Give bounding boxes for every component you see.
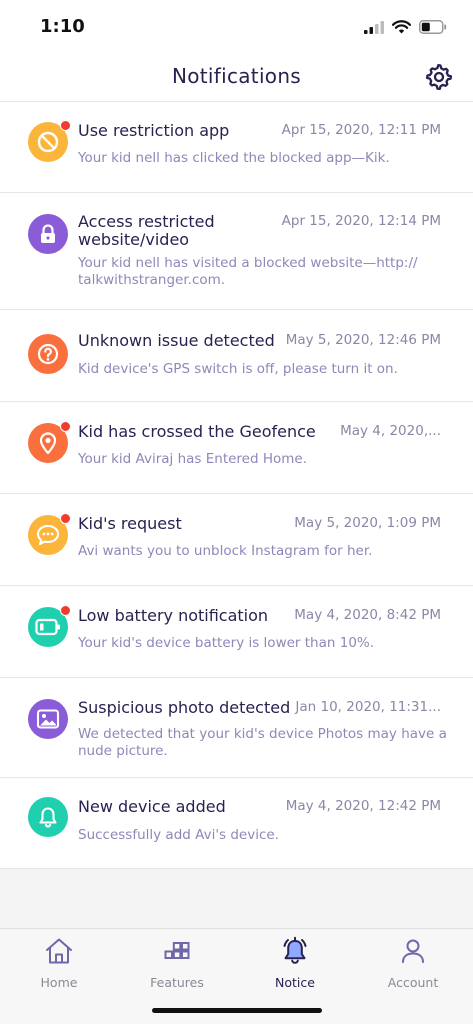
notification-description: Avi wants you to unblock Instagram for h… [78, 543, 373, 559]
notification-title: New device added [78, 797, 226, 816]
gear-icon [425, 64, 453, 91]
tab-account[interactable]: Account [363, 935, 463, 990]
unread-dot [60, 421, 71, 432]
notification-item[interactable]: Unknown issue detected May 5, 2020, 12:4… [0, 310, 473, 402]
battery-icon [35, 618, 60, 636]
notification-item[interactable]: Kid's request May 5, 2020, 1:09 PM Avi w… [0, 494, 473, 586]
question-icon [37, 343, 59, 365]
unread-dot [60, 120, 71, 131]
notification-item[interactable]: Use restriction app Apr 15, 2020, 12:11 … [0, 102, 473, 193]
location-pin-icon [39, 432, 57, 455]
notification-item[interactable]: New device added May 4, 2020, 12:42 PM S… [0, 778, 473, 869]
notification-description: Successfully add Avi's device. [78, 827, 279, 843]
notification-description: Your kid's device battery is lower than … [78, 635, 375, 651]
notification-title: Kid has crossed the Geofence [78, 422, 316, 441]
notification-avatar [28, 699, 68, 739]
notification-item[interactable]: Suspicious photo detected Jan 10, 2020, … [0, 678, 473, 778]
notification-time: May 5, 2020, 1:09 PM [294, 515, 441, 531]
notification-time: May 5, 2020, 12:46 PM [285, 332, 441, 348]
tab-label: Notice [275, 975, 315, 990]
signal-icon [364, 20, 384, 34]
notification-avatar [28, 797, 68, 837]
chat-bubble-icon [36, 524, 60, 546]
notification-description: Your kid nell has visited a blocked webs… [78, 255, 418, 288]
battery-status-icon [419, 20, 447, 34]
notification-title: Use restriction app [78, 121, 230, 140]
notification-time: Apr 15, 2020, 12:14 PM [281, 213, 441, 229]
notification-description: Your kid Aviraj has Entered Home. [78, 451, 308, 467]
tab-label: Home [40, 975, 78, 990]
tab-home[interactable]: Home [9, 935, 109, 990]
notification-time: May 4, 2020,... [340, 423, 441, 439]
unread-dot [60, 513, 71, 524]
features-icon [164, 942, 190, 959]
notification-list: Use restriction app Apr 15, 2020, 12:11 … [0, 102, 473, 869]
notification-description: Your kid nell has clicked the blocked ap… [78, 150, 390, 166]
photo-icon [36, 709, 60, 729]
notification-title: Suspicious photo detected [78, 698, 291, 717]
notification-title-line-2: website/video [78, 230, 190, 249]
unread-dot [60, 605, 71, 616]
bell-icon [39, 807, 57, 828]
notification-title: Low battery notification [78, 606, 269, 625]
notification-time: May 4, 2020, 12:42 PM [285, 798, 441, 814]
nav-bar: Notifications [0, 52, 473, 102]
wifi-icon [392, 20, 411, 34]
home-icon [46, 938, 72, 964]
notification-title: Unknown issue detected [78, 331, 275, 350]
notification-time: May 4, 2020, 8:42 PM [294, 607, 441, 623]
notification-time: Apr 15, 2020, 12:11 PM [281, 122, 441, 138]
notification-avatar [28, 605, 71, 647]
notification-item[interactable]: Low battery notification May 4, 2020, 8:… [0, 586, 473, 678]
notification-description: We detected that your kid's device Photo… [78, 726, 447, 759]
tab-notice[interactable]: Notice [245, 935, 345, 990]
page-title: Notifications [171, 64, 302, 88]
account-icon [402, 939, 424, 963]
notification-avatar [28, 334, 68, 374]
tab-label: Account [387, 975, 439, 990]
notification-time: Jan 10, 2020, 11:31... [295, 699, 441, 715]
status-time: 1:10 [40, 16, 85, 37]
notification-title-line-1: Access restricted [78, 212, 215, 231]
notification-avatar [28, 421, 71, 463]
notification-avatar [28, 120, 71, 162]
home-indicator [152, 1008, 322, 1013]
notification-item[interactable]: Kid has crossed the Geofence May 4, 2020… [0, 402, 473, 494]
notification-item[interactable]: Access restricted website/video Apr 15, … [0, 193, 473, 310]
notification-avatar [28, 513, 71, 555]
settings-button[interactable] [425, 63, 453, 91]
status-bar: 1:10 [0, 0, 473, 52]
tab-label: Features [150, 975, 204, 990]
notice-bell-icon [283, 936, 307, 964]
block-icon [37, 131, 59, 153]
tab-features[interactable]: Features [127, 935, 227, 990]
notification-description: Kid device's GPS switch is off, please t… [78, 361, 398, 377]
notification-title: Kid's request [78, 514, 182, 533]
status-icons [364, 20, 447, 34]
notification-avatar [28, 214, 68, 254]
lock-icon [41, 224, 55, 243]
